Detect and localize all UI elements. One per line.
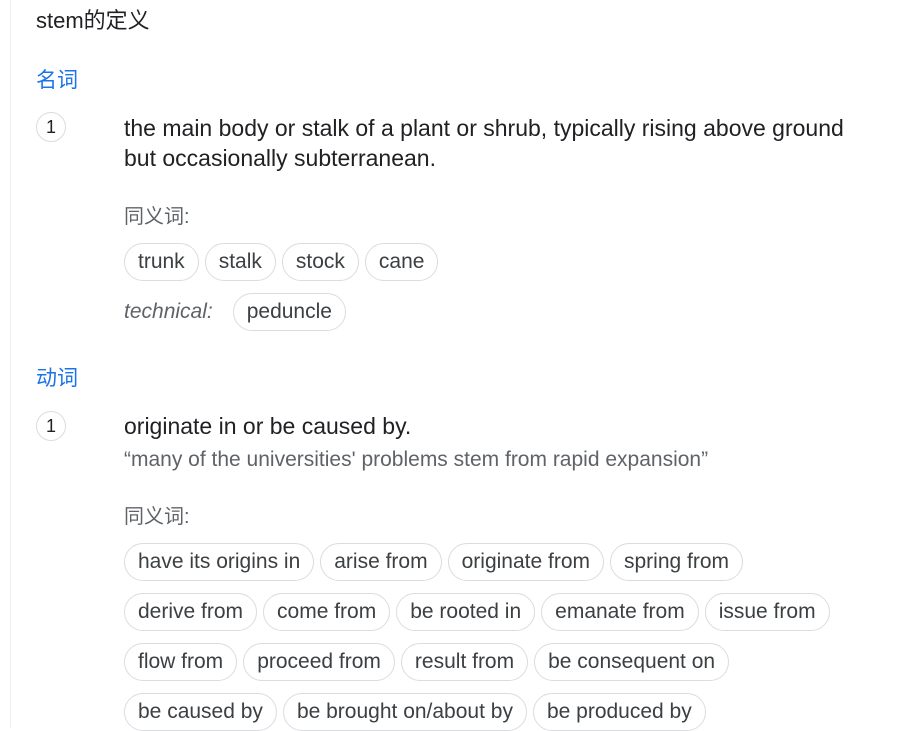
sense-number: 1 — [36, 112, 66, 142]
synonym-chip[interactable]: emanate from — [541, 593, 699, 631]
synonym-chip[interactable]: peduncle — [232, 293, 346, 331]
synonym-chip-row: be caused by be brought on/about by be pro… — [124, 693, 706, 731]
synonyms-label: 同义词: — [124, 206, 190, 228]
definition-text: the main body or stalk of a plant or shr… — [124, 115, 844, 171]
synonym-chip[interactable]: derive from — [124, 593, 258, 631]
technical-synonym-row: technical: peduncle — [124, 293, 346, 331]
synonym-chip[interactable]: issue from — [704, 593, 830, 631]
synonym-chip[interactable]: be brought on/about by — [282, 693, 527, 731]
synonym-chip-row: flow from proceed from result from be conse… — [124, 643, 730, 681]
synonym-chip[interactable]: be caused by — [124, 693, 277, 731]
synonym-chip[interactable]: arise from — [320, 543, 442, 581]
example-sentence: “many of the universities' problems stem… — [124, 448, 709, 471]
synonym-chip[interactable]: originate from — [447, 543, 604, 581]
synonym-chip[interactable]: cane — [364, 243, 439, 281]
technical-label: technical: — [124, 300, 213, 323]
synonym-chip[interactable]: be produced by — [532, 693, 706, 731]
synonym-chip-row: derive from come from be rooted in emanate … — [124, 593, 830, 631]
synonym-chip[interactable]: stalk — [204, 243, 276, 281]
synonym-chip[interactable]: result from — [400, 643, 529, 681]
synonym-chip[interactable]: come from — [263, 593, 391, 631]
pos-label-noun: 名词 — [36, 69, 78, 92]
sense-number: 1 — [36, 411, 66, 441]
synonym-chip[interactable]: trunk — [124, 243, 199, 281]
pos-label-verb: 动词 — [36, 367, 78, 390]
synonym-chip[interactable]: have its origins in — [124, 543, 315, 581]
synonym-chip[interactable]: flow from — [124, 643, 238, 681]
synonyms-label: 同义词: — [124, 506, 190, 528]
synonym-chip[interactable]: proceed from — [243, 643, 395, 681]
synonym-chip[interactable]: stock — [281, 243, 359, 281]
synonym-chip-row: have its origins in arise from originate f… — [124, 543, 744, 581]
synonym-chip[interactable]: be consequent on — [534, 643, 730, 681]
page-title: stem的定义 — [36, 8, 150, 33]
synonym-chip[interactable]: spring from — [610, 543, 744, 581]
definition-text: originate in or be caused by. — [124, 413, 412, 439]
synonym-chip[interactable]: be rooted in — [396, 593, 536, 631]
left-divider — [10, 0, 11, 728]
synonym-chip-row: trunk stalk stock cane — [124, 243, 439, 281]
